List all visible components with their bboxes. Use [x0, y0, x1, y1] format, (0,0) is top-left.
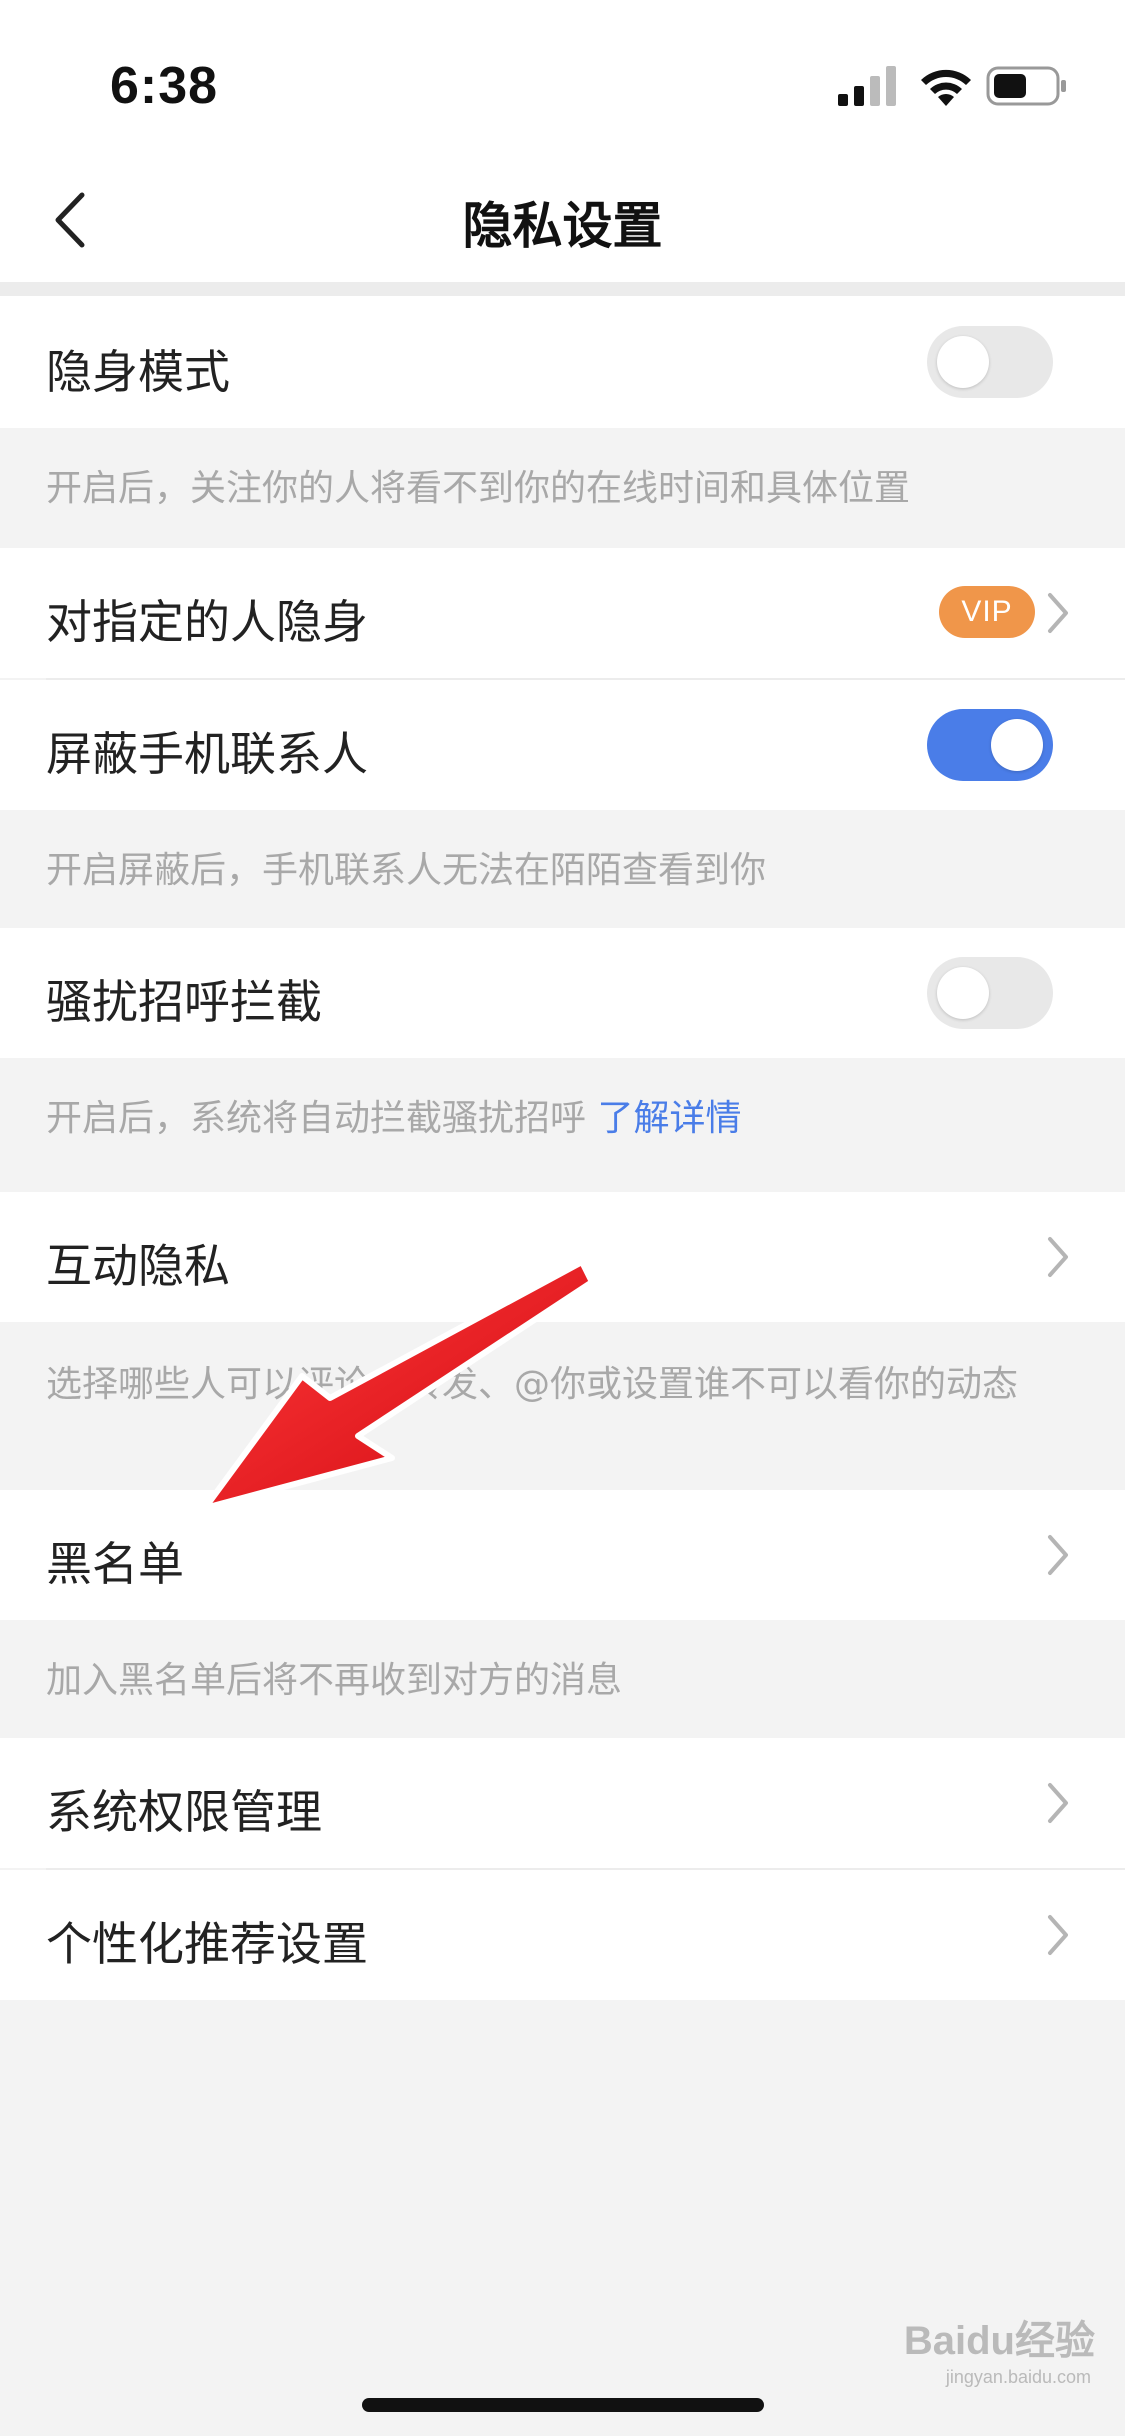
personalized-recs-label: 个性化推荐设置	[46, 1917, 368, 1971]
stealth-mode-toggle[interactable]	[927, 326, 1053, 398]
row-block-contacts[interactable]: 屏蔽手机联系人	[0, 680, 1125, 810]
watermark-url: jingyan.baidu.com	[945, 2367, 1091, 2387]
navigation-bar: 隐私设置	[0, 160, 1125, 282]
toggle-knob	[991, 719, 1043, 771]
row-interaction-privacy[interactable]: 互动隐私	[0, 1192, 1125, 1322]
chevron-right-icon	[1048, 1237, 1068, 1277]
chevron-right-icon	[1048, 1535, 1068, 1575]
toggle-knob	[937, 336, 989, 388]
watermark-brand: Baidu经验	[903, 2319, 1095, 2363]
stealth-mode-label: 隐身模式	[46, 345, 230, 399]
block-contacts-toggle[interactable]	[927, 709, 1053, 781]
harass-hint: 开启后，系统将自动拦截骚扰招呼 了解详情	[46, 1096, 1066, 1142]
system-permissions-label: 系统权限管理	[46, 1785, 322, 1839]
harass-block-toggle[interactable]	[927, 957, 1053, 1029]
block-contacts-label: 屏蔽手机联系人	[46, 727, 368, 781]
stealth-mode-hint: 开启后，关注你的人将看不到你的在线时间和具体位置	[46, 468, 911, 509]
nav-divider	[0, 282, 1125, 296]
privacy-settings-screen: 6:38 隐私设置 隐身模式 开启后，关注你的人将看不到你的在线时间和具体位置 …	[0, 0, 1125, 2436]
wifi-icon	[921, 69, 971, 106]
status-bar: 6:38	[0, 0, 1125, 160]
chevron-right-icon	[1048, 593, 1068, 633]
row-stealth-specific[interactable]: 对指定的人隐身 VIP	[0, 548, 1125, 678]
row-personalized-recs[interactable]: 个性化推荐设置	[0, 1870, 1125, 2000]
chevron-right-icon	[1048, 1783, 1068, 1823]
vip-badge: VIP	[939, 586, 1035, 638]
row-stealth-mode[interactable]: 隐身模式	[0, 296, 1125, 428]
page-title: 隐私设置	[462, 197, 663, 255]
row-blacklist[interactable]: 黑名单	[0, 1490, 1125, 1620]
baidu-watermark: Baidu经验 jingyan.baidu.com	[825, 2256, 1095, 2387]
interaction-hint: 选择哪些人可以评论、转发、@你或设置谁不可以看你的动态	[46, 1364, 1019, 1405]
blacklist-hint: 加入黑名单后将不再收到对方的消息	[46, 1660, 623, 1701]
chevron-right-icon	[1048, 1915, 1068, 1955]
battery-icon	[986, 66, 1066, 106]
harass-hint-text: 开启后，系统将自动拦截骚扰招呼	[46, 1098, 587, 1139]
toggle-knob	[937, 967, 989, 1019]
interaction-privacy-label: 互动隐私	[46, 1239, 230, 1293]
row-harass-block[interactable]: 骚扰招呼拦截	[0, 928, 1125, 1058]
stealth-specific-label: 对指定的人隐身	[46, 595, 368, 649]
row-system-permissions[interactable]: 系统权限管理	[0, 1738, 1125, 1868]
learn-more-link[interactable]: 了解详情	[597, 1098, 741, 1139]
cellular-signal-icon	[838, 66, 896, 106]
blacklist-label: 黑名单	[46, 1537, 184, 1591]
home-indicator[interactable]	[362, 2398, 764, 2412]
status-time: 6:38	[110, 57, 219, 115]
harass-block-label: 骚扰招呼拦截	[46, 975, 322, 1029]
block-contacts-hint: 开启屏蔽后，手机联系人无法在陌陌查看到你	[46, 850, 767, 891]
